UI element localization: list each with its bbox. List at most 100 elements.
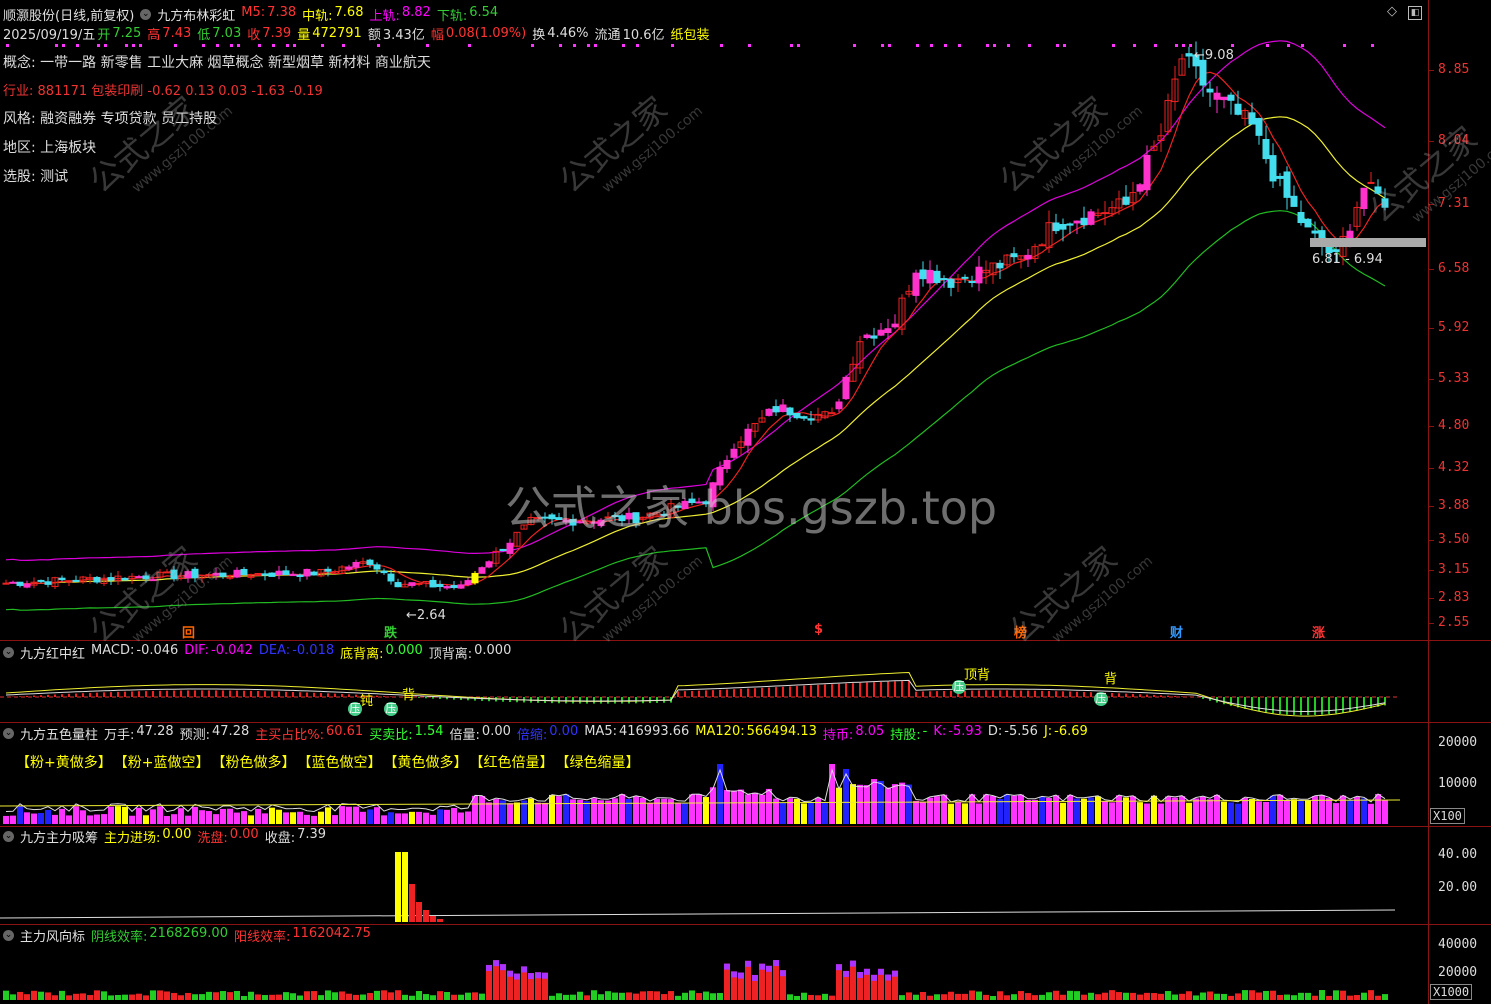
volume-bar bbox=[374, 807, 380, 824]
price-axis-label: 5.92 bbox=[1438, 320, 1470, 335]
candle-body bbox=[261, 573, 269, 576]
signal-mark[interactable]: 涨 bbox=[1310, 622, 1327, 641]
price-axis-tick bbox=[1428, 468, 1434, 469]
pane-divider[interactable] bbox=[0, 640, 1491, 641]
wind-bar bbox=[465, 992, 471, 1000]
candle-body bbox=[457, 584, 465, 589]
volume-bar bbox=[31, 813, 37, 824]
quote-close-label: 收 bbox=[247, 28, 261, 43]
volume-bar bbox=[346, 806, 352, 824]
wind-bar bbox=[682, 992, 688, 1000]
candle-body bbox=[107, 577, 115, 581]
wind-bar bbox=[955, 993, 961, 1000]
capital-bar bbox=[402, 852, 408, 922]
candle-body bbox=[485, 561, 493, 568]
wind-bar bbox=[976, 991, 982, 1000]
capital-title[interactable]: 九方主力吸筹 bbox=[20, 827, 98, 846]
volume-bar bbox=[1347, 800, 1353, 824]
wind-bar bbox=[458, 994, 464, 1000]
macd-item-label: 顶背离: bbox=[428, 647, 473, 662]
signal-dot bbox=[342, 44, 345, 47]
candle-body bbox=[443, 586, 451, 589]
signal-mark[interactable]: 回 bbox=[180, 622, 197, 641]
volume-bar bbox=[3, 815, 9, 824]
wind-bar bbox=[808, 994, 814, 1000]
volume-bar bbox=[1060, 802, 1066, 824]
pane-divider[interactable] bbox=[0, 924, 1491, 925]
collapse-icon[interactable]: ⌄ bbox=[3, 647, 14, 658]
quote-sector[interactable]: 纸包装 bbox=[671, 24, 710, 43]
wind-bar bbox=[241, 995, 247, 1000]
header-item-label: 上轨: bbox=[369, 9, 400, 24]
signal-mark[interactable]: 财 bbox=[1168, 622, 1185, 641]
candle-body bbox=[1213, 92, 1221, 100]
volume-bar bbox=[269, 807, 275, 824]
volume-bar bbox=[80, 810, 86, 824]
volume-item-label: 主买占比%: bbox=[255, 728, 324, 743]
wind-bar bbox=[346, 993, 352, 1000]
candle-body bbox=[506, 542, 514, 554]
volume-bar bbox=[647, 802, 653, 824]
wind-title[interactable]: 主力风向标 bbox=[20, 926, 85, 945]
signal-dot bbox=[1028, 44, 1031, 47]
diamond-icon[interactable]: ◇ bbox=[1386, 5, 1398, 18]
candle-body bbox=[786, 407, 794, 416]
price-axis-label: 6.58 bbox=[1438, 261, 1470, 276]
collapse-icon[interactable]: ⌄ bbox=[3, 728, 14, 739]
wind-bar bbox=[129, 994, 135, 1000]
wind-bar bbox=[1235, 993, 1241, 1000]
wind-bar bbox=[45, 992, 51, 1000]
signal-dot bbox=[426, 44, 429, 47]
wind-bar-top bbox=[738, 972, 744, 979]
volume-bar bbox=[556, 796, 562, 824]
macd-title[interactable]: 九方红中红 bbox=[20, 643, 85, 662]
volume-bar bbox=[1242, 797, 1248, 824]
volume-bar bbox=[17, 806, 23, 824]
wind-bar bbox=[437, 991, 443, 1000]
candle-body bbox=[1059, 224, 1067, 230]
volume-bar bbox=[402, 813, 408, 824]
volume-bar bbox=[136, 807, 142, 824]
volume-item-label: MA120: bbox=[695, 724, 745, 739]
candle-body bbox=[807, 418, 815, 421]
wind-bar bbox=[675, 995, 681, 1000]
volume-bar bbox=[661, 798, 667, 824]
wind-bar bbox=[255, 994, 261, 1000]
volume-header: ⌄ 九方五色量柱 万手: 47.28 预测: 47.28 主买占比%: 60.61 买卖比:… bbox=[3, 724, 1088, 743]
volume-bar bbox=[759, 794, 765, 824]
volume-bar bbox=[1193, 798, 1199, 824]
signal-dot bbox=[573, 44, 576, 47]
volume-bar bbox=[129, 815, 135, 824]
candle-body bbox=[429, 579, 437, 588]
wind-bar-top bbox=[514, 973, 520, 980]
collapse-icon[interactable]: ⌄ bbox=[3, 930, 14, 941]
quote-open: 7.25 bbox=[112, 26, 142, 41]
price-axis-label: 3.88 bbox=[1438, 498, 1470, 513]
indicator-title[interactable]: 九方布林彩虹 bbox=[157, 5, 235, 24]
wind-bar-top bbox=[766, 965, 772, 972]
window-icon[interactable]: ◧ bbox=[1408, 6, 1422, 20]
volume-bar bbox=[416, 811, 422, 824]
volume-bar bbox=[1025, 800, 1031, 824]
signal-dot bbox=[174, 44, 177, 47]
signal-mark[interactable]: $ bbox=[812, 622, 825, 637]
volume-unit: X100 bbox=[1430, 808, 1465, 824]
quote-date: 2025/09/19/五 bbox=[3, 28, 96, 43]
volume-title[interactable]: 九方五色量柱 bbox=[20, 724, 98, 743]
wind-bar bbox=[591, 990, 597, 1000]
signal-mark[interactable]: 跌 bbox=[382, 622, 399, 641]
pane-divider[interactable] bbox=[0, 722, 1491, 723]
wind-bar bbox=[1032, 995, 1038, 1000]
price-axis-tick bbox=[1428, 506, 1434, 507]
volume-bar bbox=[290, 812, 296, 824]
collapse-icon[interactable]: ⌄ bbox=[140, 9, 152, 20]
wind-bar bbox=[374, 990, 380, 1000]
volume-legend-item: 【绿色缩量】 bbox=[555, 754, 640, 771]
wind-bar bbox=[87, 995, 93, 1000]
stock-title[interactable]: 顺灏股份(日线,前复权) bbox=[3, 5, 134, 24]
quote-change: 0.08(1.09%) bbox=[445, 26, 527, 41]
collapse-icon[interactable]: ⌄ bbox=[3, 831, 14, 842]
wind-bar bbox=[1291, 995, 1297, 1000]
volume-item-value: -5.56 bbox=[1004, 724, 1038, 739]
volume-bar bbox=[689, 794, 695, 824]
